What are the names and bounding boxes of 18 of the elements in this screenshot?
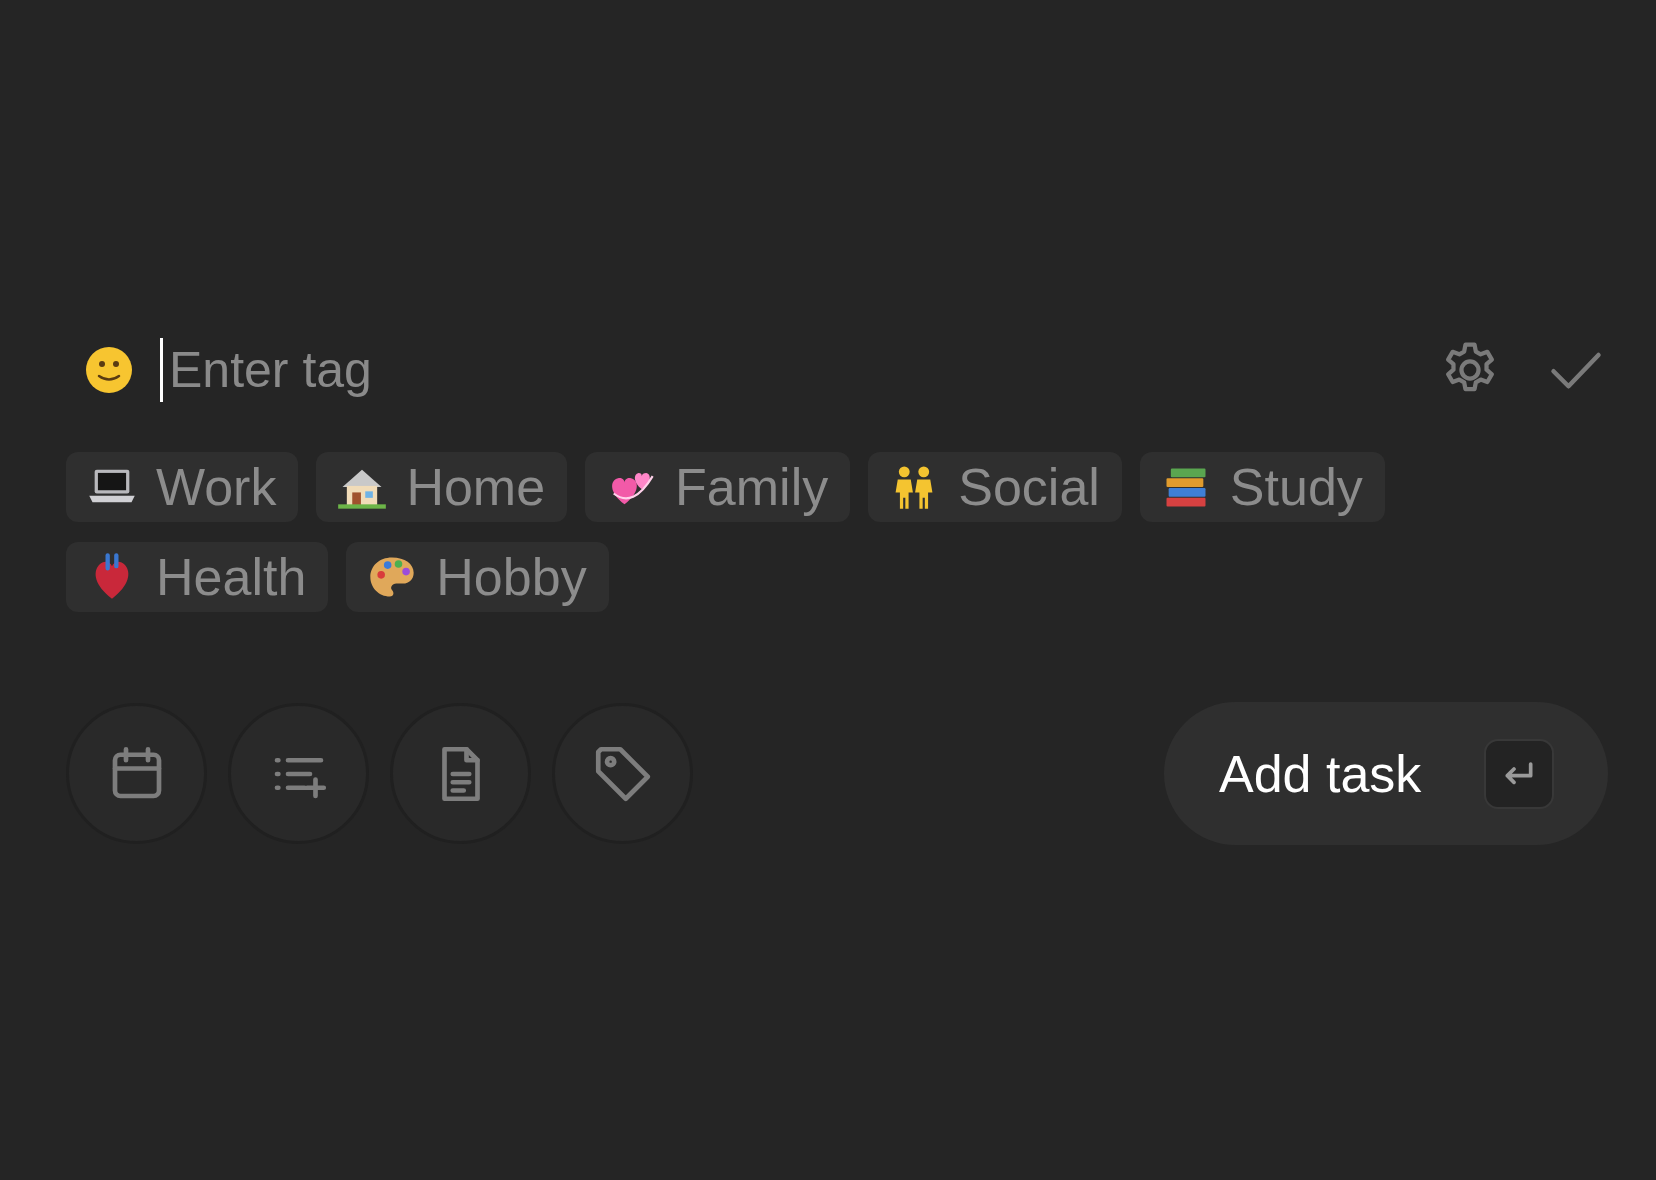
tag-label: Study — [1229, 457, 1363, 517]
tag-label: Hobby — [436, 547, 587, 607]
tag-chip[interactable]: Work — [66, 452, 299, 522]
tag-chip[interactable]: Home — [316, 452, 568, 522]
tag-chip[interactable]: Health — [66, 542, 329, 612]
tag-chip[interactable]: Study — [1139, 452, 1385, 522]
tag-input-field[interactable]: Enter tag — [160, 338, 1438, 402]
tag-label: Family — [675, 457, 829, 517]
tag-label: Social — [958, 457, 1100, 517]
tag-label: Health — [156, 547, 307, 607]
smiley-icon[interactable] — [84, 345, 134, 395]
add-task-button[interactable]: Add task — [1164, 702, 1608, 845]
tag-chip[interactable]: Family — [585, 452, 851, 522]
tag-label: Home — [406, 457, 546, 517]
tag-label: Work — [156, 457, 277, 517]
tag-chip[interactable]: Hobby — [346, 542, 609, 612]
tag-chip[interactable]: Social — [868, 452, 1122, 522]
return-key-icon — [1484, 738, 1554, 809]
